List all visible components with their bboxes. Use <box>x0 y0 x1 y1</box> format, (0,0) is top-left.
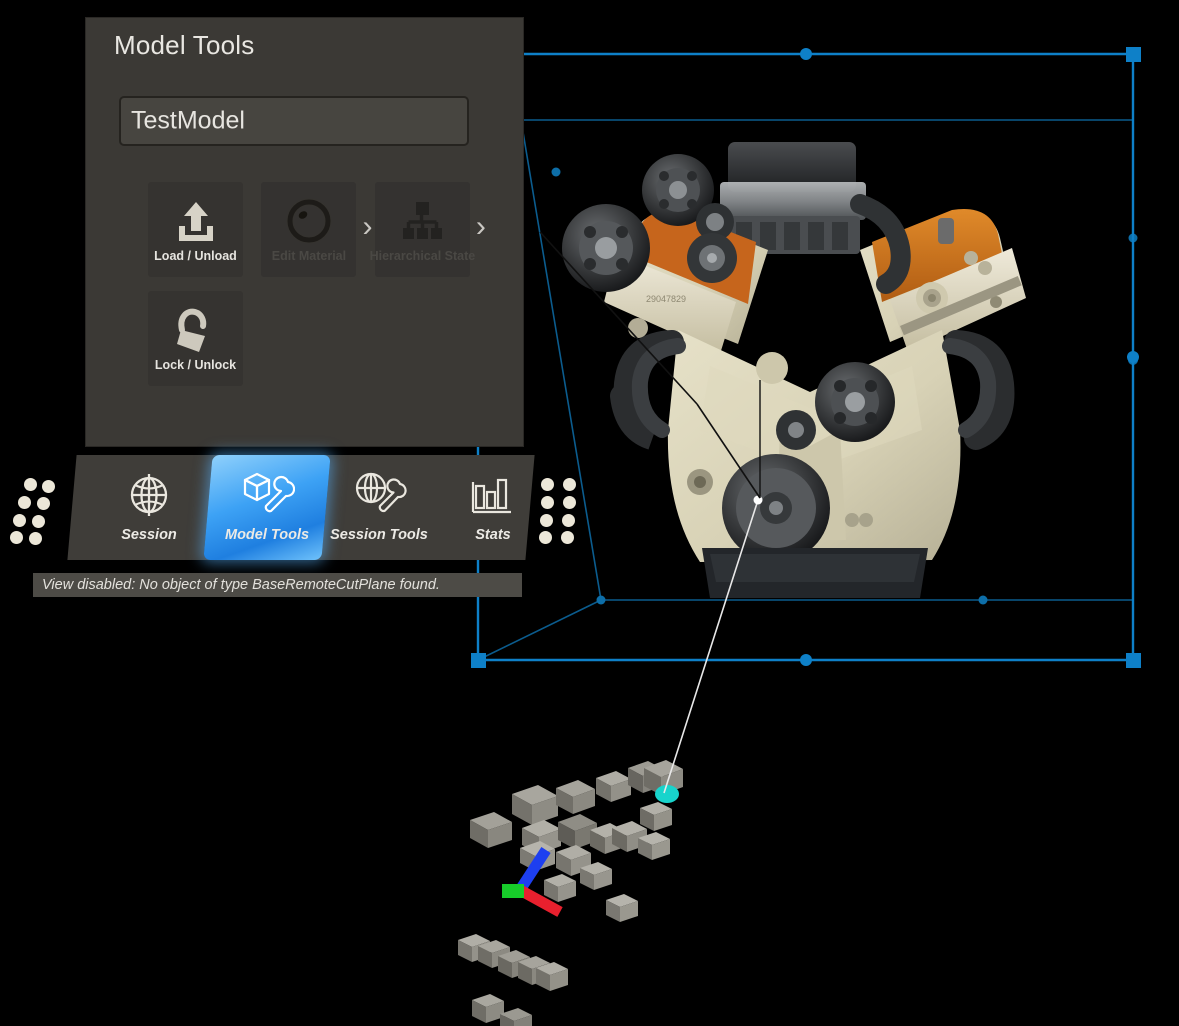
load-unload-label: Load / Unload <box>154 249 237 263</box>
y-axis <box>502 884 524 898</box>
globe-wrench-icon <box>351 472 407 518</box>
hierarchical-state-button[interactable]: › Hierarchical State <box>370 182 486 277</box>
status-bar: View disabled: No object of type BaseRem… <box>33 573 522 597</box>
main-toolbar: Session Model Tools Session Tools Stats <box>67 455 535 560</box>
tab-session-tools-label: Session Tools <box>330 527 428 543</box>
globe-icon <box>126 472 172 518</box>
lock-unlock-button[interactable]: Lock / Unlock <box>148 291 243 386</box>
tool-button-grid: Load / Unload › Edit Material › Hierarch… <box>148 182 498 400</box>
page-title: Model Tools <box>114 30 255 60</box>
edit-material-button[interactable]: › Edit Material <box>261 182 372 277</box>
unlocked-padlock-icon <box>148 301 243 359</box>
drag-handle-right[interactable] <box>537 478 583 544</box>
engine-model[interactable]: 29047829 <box>560 130 1060 620</box>
tab-stats[interactable]: Stats <box>438 455 548 560</box>
model-name-input[interactable]: TestModel <box>119 96 469 146</box>
pointer-target-cube[interactable] <box>644 760 683 803</box>
model-tools-panel: Model Tools TestModel Load / Unload › Ed… <box>86 18 523 446</box>
tab-stats-label: Stats <box>475 527 511 543</box>
bar-chart-icon <box>469 472 517 518</box>
hierarchy-tree-icon <box>375 192 470 250</box>
svg-text:29047829: 29047829 <box>646 294 686 304</box>
tab-model-tools[interactable]: Model Tools <box>203 455 331 560</box>
status-message: View disabled: No object of type BaseRem… <box>42 577 440 593</box>
cube-cluster[interactable] <box>440 760 760 1026</box>
tab-model-tools-label: Model Tools <box>224 527 310 543</box>
tab-session[interactable]: Session <box>94 455 204 560</box>
hierarchical-state-label: Hierarchical State <box>369 249 476 263</box>
app-root: 29047829 Model Tools TestModel Load / Un… <box>0 0 1179 1026</box>
tab-session-tools[interactable]: Session Tools <box>324 455 434 560</box>
scattered-cubes <box>458 760 683 1026</box>
cube-wrench-icon <box>239 472 295 518</box>
chevron-right-icon: › <box>475 210 486 243</box>
lock-unlock-label: Lock / Unlock <box>154 358 237 372</box>
oil-pan <box>702 548 928 598</box>
material-ball-icon <box>261 192 356 250</box>
drag-handle-left[interactable] <box>10 478 56 545</box>
load-unload-button[interactable]: Load / Unload <box>148 182 243 277</box>
tab-session-label: Session <box>121 527 177 543</box>
chevron-right-icon: › <box>362 210 373 243</box>
edit-material-label: Edit Material <box>271 249 347 263</box>
model-name-value: TestModel <box>131 106 245 135</box>
upload-icon <box>148 192 243 250</box>
